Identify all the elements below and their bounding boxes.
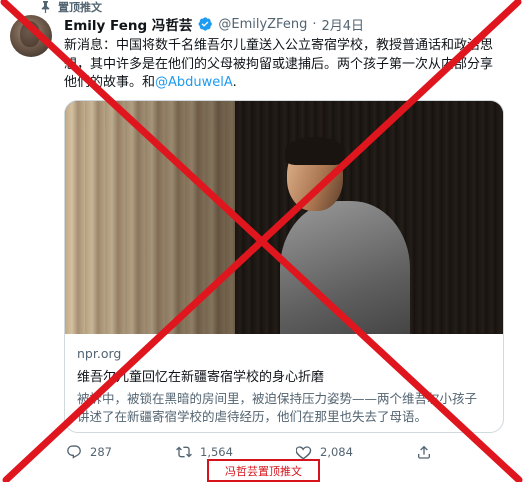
card-title: 维吾尔儿童回忆在新疆寄宿学校的身心折磨 — [77, 370, 325, 385]
tweet-text-line-3-prefix: 他们的故事。和 — [64, 75, 156, 90]
card-body: npr.org 维吾尔儿童回忆在新疆寄宿学校的身心折磨 被拆中，被锁在黑暗的房间… — [65, 334, 503, 426]
pin-icon — [38, 0, 52, 14]
avatar[interactable] — [10, 15, 52, 57]
card-image-curtain — [65, 101, 255, 334]
tweet-header: Emily Feng 冯哲芸 @EmilyZFeng · 2月4日 — [64, 14, 364, 35]
like-button[interactable]: 2,084 — [295, 444, 416, 460]
author-name[interactable]: Emily Feng 冯哲芸 — [64, 14, 192, 34]
card-description-line-1: 被拆中，被锁在黑暗的房间里，被迫保持压力姿势——两个维吾尔小孩子 — [77, 391, 478, 406]
pinned-label: 置顶推文 — [58, 1, 102, 14]
tweet-date[interactable]: 2月4日 — [321, 15, 364, 34]
reply-icon — [66, 444, 82, 460]
link-card[interactable]: npr.org 维吾尔儿童回忆在新疆寄宿学校的身心折磨 被拆中，被锁在黑暗的房间… — [64, 100, 504, 433]
caption-box: 冯哲芸置顶推文 — [207, 459, 320, 482]
card-description: 被拆中，被锁在黑暗的房间里，被迫保持压力姿势——两个维吾尔小孩子 讲述了在新疆寄… — [77, 390, 493, 426]
share-button[interactable] — [416, 444, 446, 460]
card-image — [65, 101, 503, 334]
mention-link[interactable]: @AbduwelA — [155, 75, 233, 90]
retweet-button[interactable]: 1,564 — [176, 444, 296, 460]
tweet-text-line-3-suffix: . — [232, 75, 237, 90]
author-handle[interactable]: @EmilyZFeng — [218, 17, 307, 32]
card-image-child-hair — [285, 137, 345, 165]
retweet-count: 1,564 — [200, 445, 233, 459]
tweet-text: 新消息：中国将数千名维吾尔儿童送入公立寄宿学校，教授普通话和政治思 想，其中许多… — [64, 37, 504, 93]
verified-badge-icon — [197, 16, 213, 32]
reply-count: 287 — [90, 445, 112, 459]
card-description-line-2: 讲述了在新疆寄宿学校的虐待经历，他们在那里也失去了母语。 — [77, 409, 428, 424]
pinned-tweet-indicator: 置顶推文 — [38, 0, 102, 14]
heart-icon — [295, 444, 312, 460]
share-icon — [416, 444, 432, 460]
tweet-text-line-2: 想，其中许多是在他们的父母被拘留或逮捕后。两个孩子第一次从内部分享 — [64, 56, 494, 72]
caption-label: 冯哲芸置顶推文 — [225, 464, 302, 478]
card-domain: npr.org — [77, 346, 122, 361]
tweet-text-line-3: 他们的故事。和@AbduwelA. — [64, 74, 504, 93]
like-count: 2,084 — [320, 445, 353, 459]
header-separator: · — [312, 16, 317, 32]
tweet-text-line-1: 新消息：中国将数千名维吾尔儿童送入公立寄宿学校，教授普通话和政治思 — [64, 38, 494, 53]
reply-button[interactable]: 287 — [66, 444, 176, 460]
retweet-icon — [176, 444, 192, 460]
card-image-child-hoodie — [280, 201, 410, 334]
